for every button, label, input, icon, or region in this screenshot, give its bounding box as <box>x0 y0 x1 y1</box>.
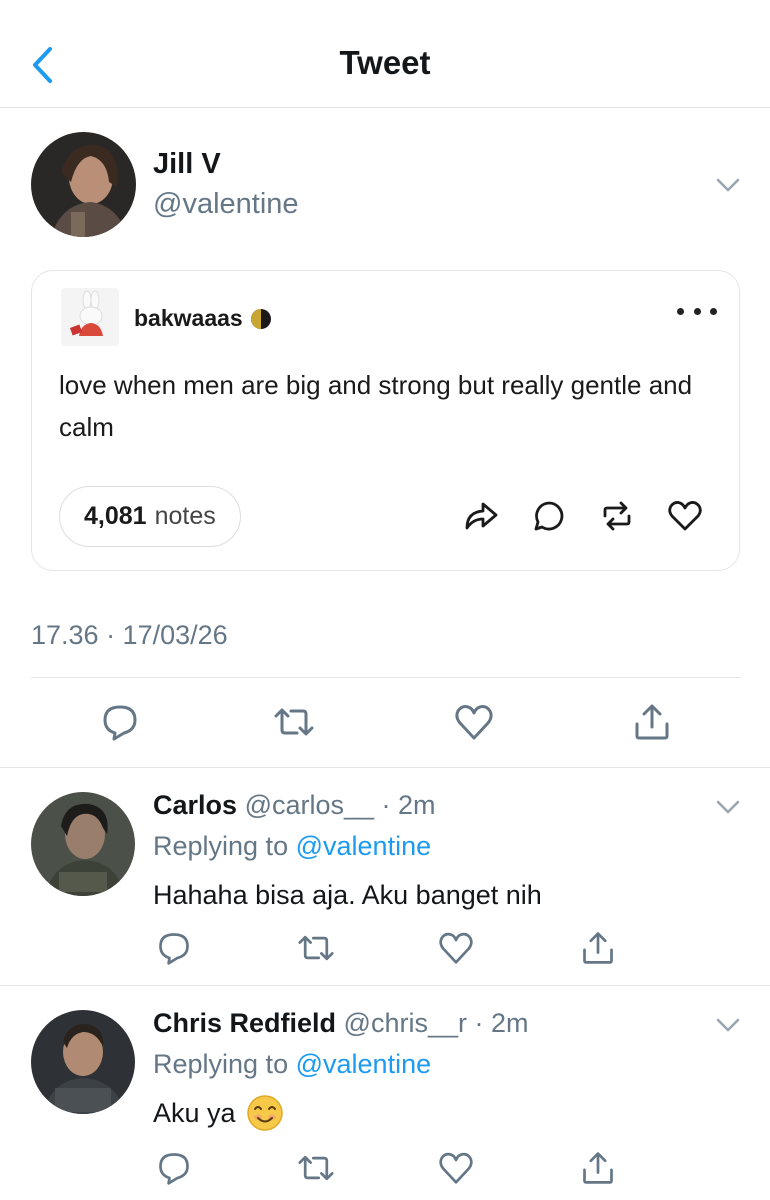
reply-author-handle[interactable]: @chris__r · 2m <box>344 1008 529 1038</box>
avatar[interactable] <box>31 1010 135 1114</box>
avatar[interactable] <box>31 792 135 896</box>
like-button[interactable] <box>452 700 496 744</box>
author-handle[interactable]: @valentine <box>153 188 299 221</box>
tweet-menu-button[interactable] <box>713 170 743 200</box>
reply-body: Aku ya <box>153 1097 236 1128</box>
reply-author-name[interactable]: Carlos <box>153 790 237 820</box>
reply-header: Carlos @carlos__ · 2m <box>153 790 436 821</box>
chevron-down-icon <box>716 800 740 814</box>
dot-icon <box>677 307 684 315</box>
replying-to-mention[interactable]: @valentine <box>296 831 432 861</box>
tweet-timestamp: 17.36 · 17/03/26 <box>31 620 228 650</box>
reblog-icon <box>603 501 631 531</box>
heart-icon <box>439 1152 473 1184</box>
retweet-icon <box>274 708 314 736</box>
like-button[interactable] <box>434 926 478 970</box>
reply-button[interactable] <box>152 1146 196 1190</box>
embed-post-text: love when men are big and strong but rea… <box>59 370 693 442</box>
share-button[interactable] <box>630 700 674 744</box>
reply-menu-button[interactable] <box>713 792 743 822</box>
reply-icon <box>103 705 137 741</box>
embed-comment-button[interactable] <box>528 495 570 537</box>
replying-to-line: Replying to @valentine <box>153 831 431 862</box>
reply-text: Aku ya <box>153 1094 284 1132</box>
notes-button[interactable]: 4,081 notes <box>59 486 241 547</box>
retweet-icon <box>298 935 334 961</box>
retweet-icon <box>298 1155 334 1181</box>
dot-icon <box>710 307 717 315</box>
retweet-button[interactable] <box>294 1146 338 1190</box>
reply-header: Chris Redfield @chris__r · 2m <box>153 1008 529 1039</box>
embedded-post-card[interactable]: bakwaaas love when men are big and stron… <box>31 270 740 571</box>
heart-icon <box>668 501 702 531</box>
divider <box>0 767 770 768</box>
retweet-button[interactable] <box>272 700 316 744</box>
reply-author-handle[interactable]: @carlos__ · 2m <box>245 790 436 820</box>
share-icon <box>583 1152 613 1184</box>
avatar[interactable] <box>31 132 136 237</box>
embed-like-button[interactable] <box>664 495 706 537</box>
replying-to-mention[interactable]: @valentine <box>296 1049 432 1079</box>
share-arrow-icon <box>465 502 498 530</box>
dot-icon <box>693 307 701 315</box>
top-bar: Tweet <box>0 0 770 108</box>
notes-count: 4,081 <box>84 502 147 530</box>
speech-bubble-icon <box>534 501 564 531</box>
embed-username[interactable]: bakwaaas <box>134 305 273 332</box>
embed-username-text: bakwaaas <box>134 305 243 331</box>
reply-icon <box>159 933 189 965</box>
reply-button[interactable] <box>152 926 196 970</box>
embed-reblog-button[interactable] <box>596 495 638 537</box>
reply-text: Hahaha bisa aja. Aku banget nih <box>153 880 542 911</box>
share-button[interactable] <box>576 926 620 970</box>
notes-label: notes <box>154 502 216 530</box>
embed-share-button[interactable] <box>460 495 502 537</box>
replying-to-label: Replying to <box>153 1049 289 1079</box>
like-button[interactable] <box>434 1146 478 1190</box>
page-title: Tweet <box>339 44 431 81</box>
half-moon-icon <box>250 308 271 329</box>
chevron-down-icon <box>716 1018 740 1032</box>
divider <box>31 677 740 678</box>
reply-button[interactable] <box>98 700 142 744</box>
embed-avatar <box>61 288 119 346</box>
heart-icon <box>455 705 493 740</box>
chevron-down-icon <box>716 178 740 192</box>
divider <box>0 985 770 986</box>
replying-to-label: Replying to <box>153 831 289 861</box>
share-icon <box>583 932 613 964</box>
author-name[interactable]: Jill V <box>153 148 221 181</box>
share-icon <box>635 704 669 740</box>
reply-menu-button[interactable] <box>713 1010 743 1040</box>
retweet-button[interactable] <box>294 926 338 970</box>
more-options-button[interactable] <box>677 301 717 321</box>
share-button[interactable] <box>576 1146 620 1190</box>
reply-body: Hahaha bisa aja. Aku banget nih <box>153 880 542 910</box>
smiling-face-emoji <box>246 1095 283 1131</box>
reply-icon <box>159 1153 189 1185</box>
reply-author-name[interactable]: Chris Redfield <box>153 1008 336 1038</box>
replying-to-line: Replying to @valentine <box>153 1049 431 1080</box>
heart-icon <box>439 932 473 964</box>
